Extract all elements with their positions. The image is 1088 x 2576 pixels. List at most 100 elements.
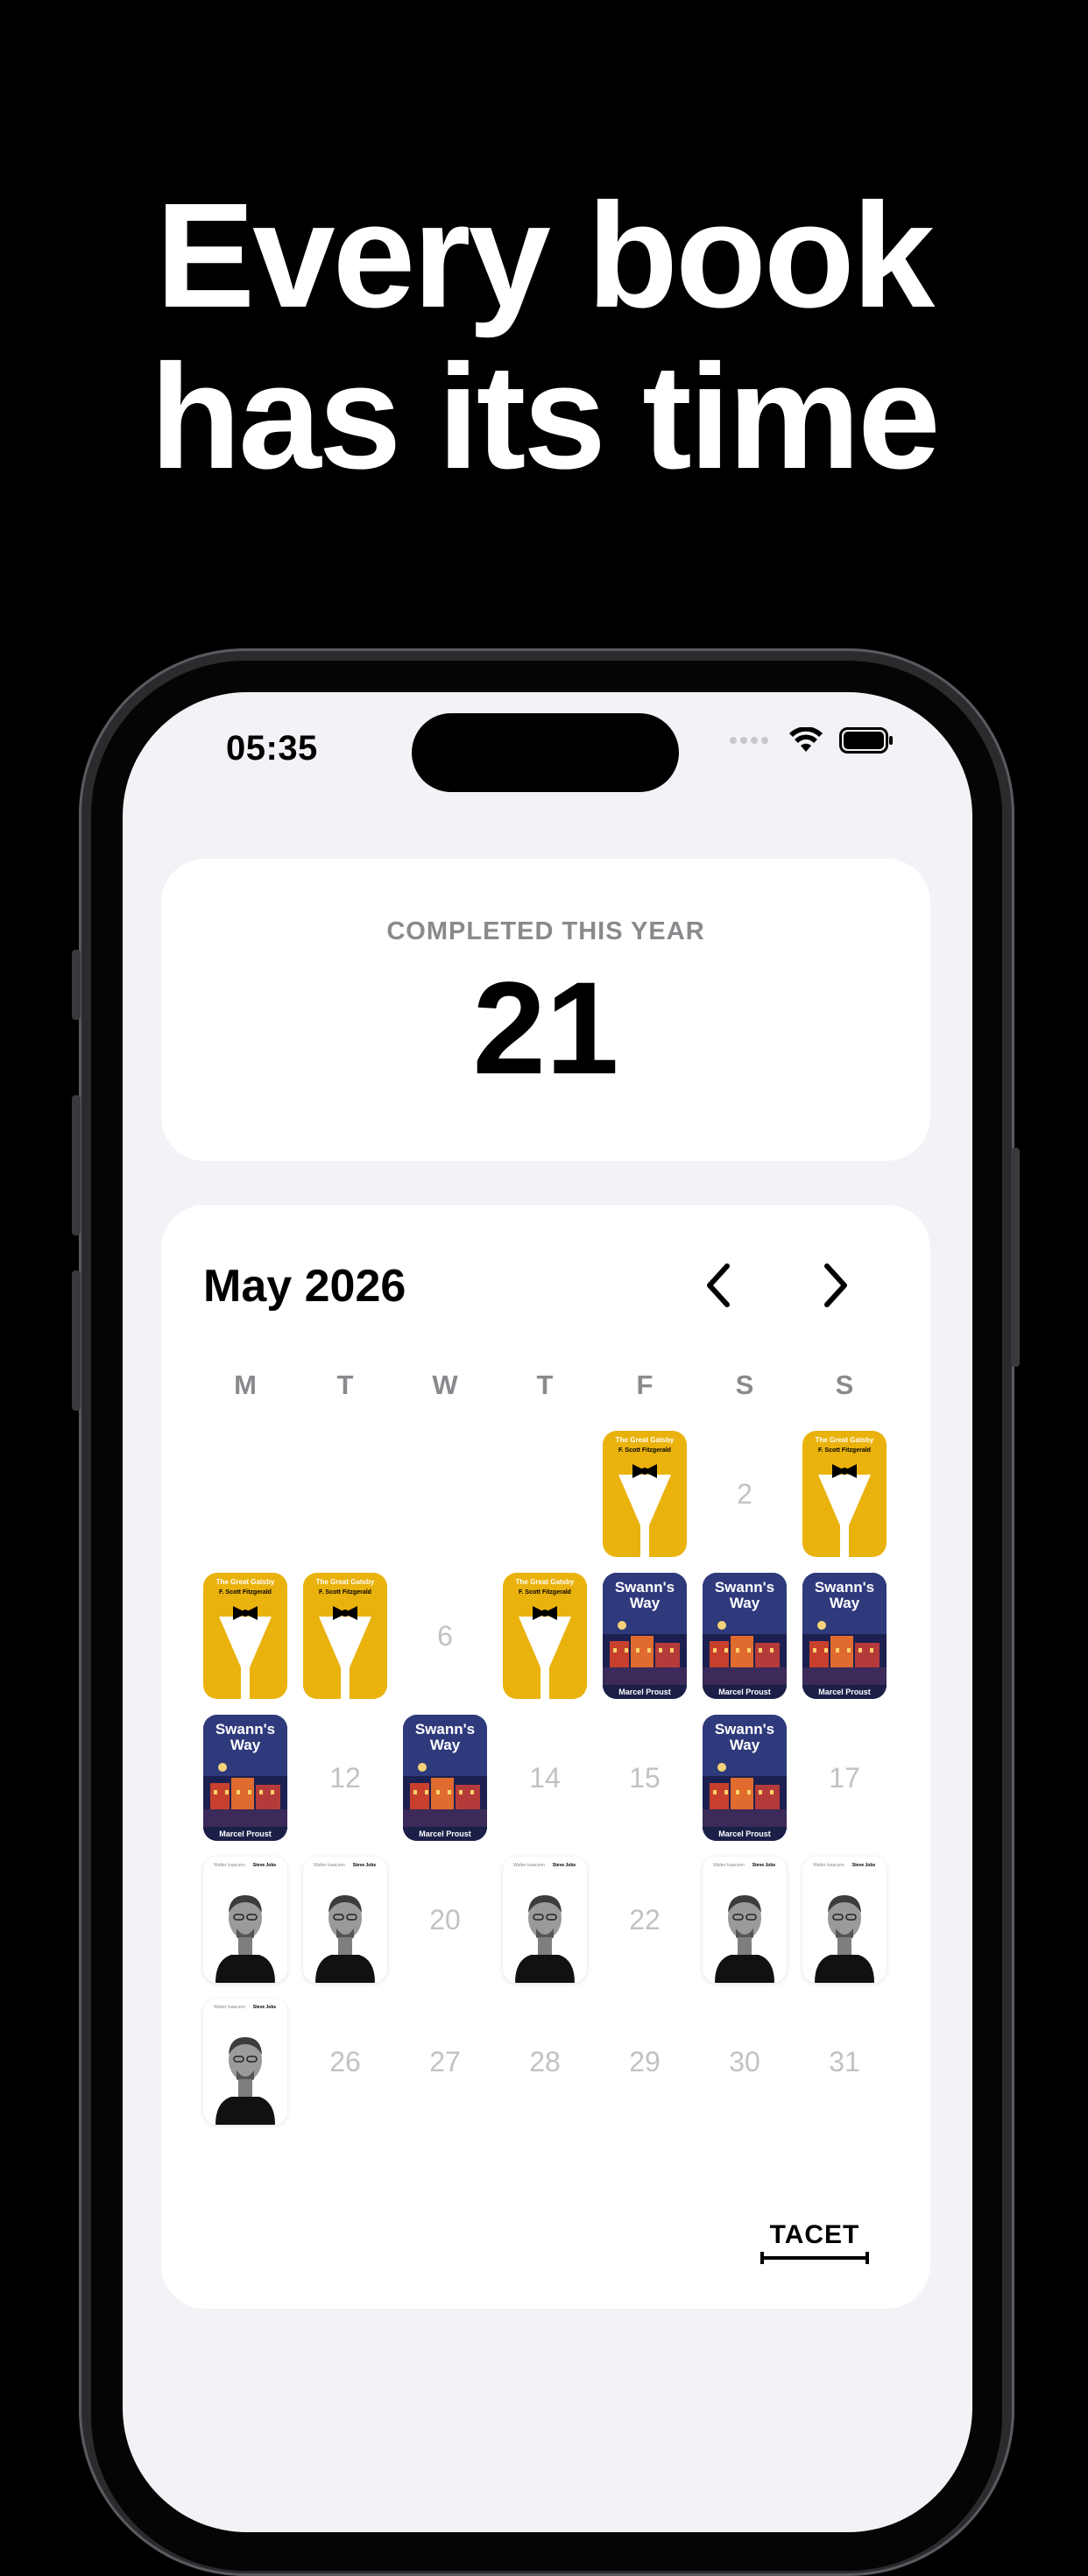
book-cover-jobs[interactable]: Walter Isaacson Steve Jobs (203, 1999, 287, 2125)
svg-text:Steve Jobs: Steve Jobs (353, 1863, 377, 1868)
book-cover-art: Walter Isaacson Steve Jobs (713, 1863, 775, 1983)
book-cover-swann[interactable]: Swann's Way Marcel Proust (703, 1573, 787, 1699)
calendar-empty-cell (403, 1431, 487, 1557)
calendar-day-26[interactable]: 26 (303, 1999, 387, 2125)
svg-text:Steve Jobs: Steve Jobs (253, 1863, 277, 1868)
book-cover-swann[interactable]: Swann's Way Marcel Proust (403, 1715, 487, 1841)
book-cover-swann[interactable]: Swann's Way Marcel Proust (802, 1573, 887, 1699)
book-cover-jobs[interactable]: Walter Isaacson Steve Jobs (802, 1857, 887, 1983)
calendar-day-12[interactable]: 12 (303, 1715, 387, 1841)
calendar-day-6[interactable]: 6 (403, 1573, 487, 1699)
book-cover-art: The Great Gatsby F. Scott Fitzgerald (316, 1578, 375, 1699)
calendar-day-25[interactable]: Walter Isaacson Steve Jobs (203, 1999, 287, 2125)
calendar-day-3[interactable]: The Great Gatsby F. Scott Fitzgerald (802, 1431, 887, 1557)
book-cover-swann[interactable]: Swann's Way Marcel Proust (703, 1715, 787, 1841)
book-cover-gatsby[interactable]: The Great Gatsby F. Scott Fitzgerald (603, 1431, 687, 1557)
book-cover-jobs[interactable]: Walter Isaacson Steve Jobs (303, 1857, 387, 1983)
calendar-day-19[interactable]: Walter Isaacson Steve Jobs (303, 1857, 387, 1983)
day-number: 28 (529, 2045, 561, 2077)
svg-text:Swann's: Swann's (415, 1721, 475, 1737)
calendar-day-10[interactable]: Swann's Way Marcel Proust (802, 1573, 887, 1699)
calendar-day-31[interactable]: 31 (802, 1999, 887, 2125)
calendar-day-30[interactable]: 30 (703, 1999, 787, 2125)
svg-text:Walter Isaacson: Walter Isaacson (513, 1863, 545, 1868)
calendar-day-5[interactable]: The Great Gatsby F. Scott Fitzgerald (303, 1573, 387, 1699)
calendar-day-9[interactable]: Swann's Way Marcel Proust (703, 1573, 787, 1699)
svg-text:Marcel Proust: Marcel Proust (219, 1829, 272, 1838)
calendar-day-24[interactable]: Walter Isaacson Steve Jobs (802, 1857, 887, 1983)
book-cover-gatsby[interactable]: The Great Gatsby F. Scott Fitzgerald (503, 1573, 587, 1699)
stat-value: 21 (472, 954, 619, 1101)
book-cover-art: Walter Isaacson Steve Jobs (214, 2005, 276, 2125)
calendar-day-20[interactable]: 20 (403, 1857, 487, 1983)
svg-text:Way: Way (230, 1737, 261, 1753)
calendar-day-4[interactable]: The Great Gatsby F. Scott Fitzgerald (203, 1573, 287, 1699)
day-number: 30 (729, 2045, 760, 2077)
stat-label: COMPLETED THIS YEAR (386, 917, 705, 945)
calendar-day-23[interactable]: Walter Isaacson Steve Jobs (703, 1857, 787, 1983)
calendar-day-11[interactable]: Swann's Way Marcel Proust (203, 1715, 287, 1841)
svg-text:Swann's: Swann's (215, 1721, 275, 1737)
brand-name: TACET (769, 2220, 860, 2249)
battery-icon (839, 727, 894, 758)
day-number: 29 (629, 2045, 661, 2077)
book-cover-art: Walter Isaacson Steve Jobs (813, 1863, 876, 1983)
calendar-day-22[interactable]: 22 (603, 1857, 687, 1983)
calendar-day-1[interactable]: The Great Gatsby F. Scott Fitzgerald (603, 1431, 687, 1557)
calendar-day-15[interactable]: 15 (603, 1715, 687, 1841)
phone-side-button (72, 950, 81, 1020)
calendar-day-29[interactable]: 29 (603, 1999, 687, 2125)
book-cover-art: Swann'sWay Marcel Proust (802, 1573, 887, 1699)
book-cover-art: Swann'sWay Marcel Proust (403, 1715, 487, 1841)
svg-text:Way: Way (430, 1737, 461, 1753)
svg-text:Steve Jobs: Steve Jobs (852, 1863, 876, 1868)
weekday-label: T (536, 1369, 554, 1400)
calendar-day-13[interactable]: Swann's Way Marcel Proust (403, 1715, 487, 1841)
weekday-header: MTWTFSS (203, 1369, 887, 1401)
completed-stat-card: COMPLETED THIS YEAR 21 (161, 859, 930, 1161)
book-cover-art: Swann'sWay Marcel Proust (703, 1715, 787, 1841)
book-cover-gatsby[interactable]: The Great Gatsby F. Scott Fitzgerald (303, 1573, 387, 1699)
calendar-day-17[interactable]: 17 (802, 1715, 887, 1841)
previous-month-button[interactable] (694, 1259, 746, 1312)
svg-text:Marcel Proust: Marcel Proust (718, 1688, 771, 1696)
calendar-day-8[interactable]: Swann's Way Marcel Proust (603, 1573, 687, 1699)
calendar-empty-cell (503, 1431, 587, 1557)
book-cover-art: The Great Gatsby F. Scott Fitzgerald (816, 1436, 874, 1557)
svg-text:Marcel Proust: Marcel Proust (818, 1688, 871, 1696)
svg-text:Way: Way (830, 1595, 860, 1611)
calendar-day-14[interactable]: 14 (503, 1715, 587, 1841)
svg-text:Walter Isaacson: Walter Isaacson (813, 1863, 844, 1868)
svg-text:Walter Isaacson: Walter Isaacson (214, 1863, 245, 1868)
book-cover-jobs[interactable]: Walter Isaacson Steve Jobs (503, 1857, 587, 1983)
book-cover-gatsby[interactable]: The Great Gatsby F. Scott Fitzgerald (203, 1573, 287, 1699)
day-number: 6 (437, 1619, 453, 1652)
book-cover-jobs[interactable]: Walter Isaacson Steve Jobs (203, 1857, 287, 1983)
chevron-right-icon (824, 1263, 847, 1307)
weekday-label: W (432, 1369, 458, 1400)
book-cover-art: Swann'sWay Marcel Proust (603, 1573, 687, 1699)
calendar-day-21[interactable]: Walter Isaacson Steve Jobs (503, 1857, 587, 1983)
next-month-button[interactable] (808, 1259, 860, 1312)
svg-text:Swann's: Swann's (715, 1579, 774, 1596)
calendar-day-7[interactable]: The Great Gatsby F. Scott Fitzgerald (503, 1573, 587, 1699)
month-title: May 2026 (203, 1261, 406, 1312)
calendar-day-18[interactable]: Walter Isaacson Steve Jobs (203, 1857, 287, 1983)
book-cover-gatsby[interactable]: The Great Gatsby F. Scott Fitzgerald (802, 1431, 887, 1557)
day-number: 26 (329, 2045, 361, 2077)
calendar-day-16[interactable]: Swann's Way Marcel Proust (703, 1715, 787, 1841)
calendar-empty-cell (203, 1431, 287, 1557)
headline-line-2: has its time (150, 334, 940, 500)
svg-text:Steve Jobs: Steve Jobs (553, 1863, 576, 1868)
day-number: 12 (329, 1761, 361, 1794)
calendar-day-27[interactable]: 27 (403, 1999, 487, 2125)
day-number: 17 (829, 1761, 860, 1794)
book-cover-art: Swann'sWay Marcel Proust (703, 1573, 787, 1699)
headline: Every book has its time (0, 175, 1088, 498)
book-cover-jobs[interactable]: Walter Isaacson Steve Jobs (703, 1857, 787, 1983)
book-cover-swann[interactable]: Swann's Way Marcel Proust (203, 1715, 287, 1841)
calendar-day-28[interactable]: 28 (503, 1999, 587, 2125)
calendar-day-2[interactable]: 2 (703, 1431, 787, 1557)
svg-text:F. Scott Fitzgerald: F. Scott Fitzgerald (818, 1447, 871, 1454)
book-cover-swann[interactable]: Swann's Way Marcel Proust (603, 1573, 687, 1699)
